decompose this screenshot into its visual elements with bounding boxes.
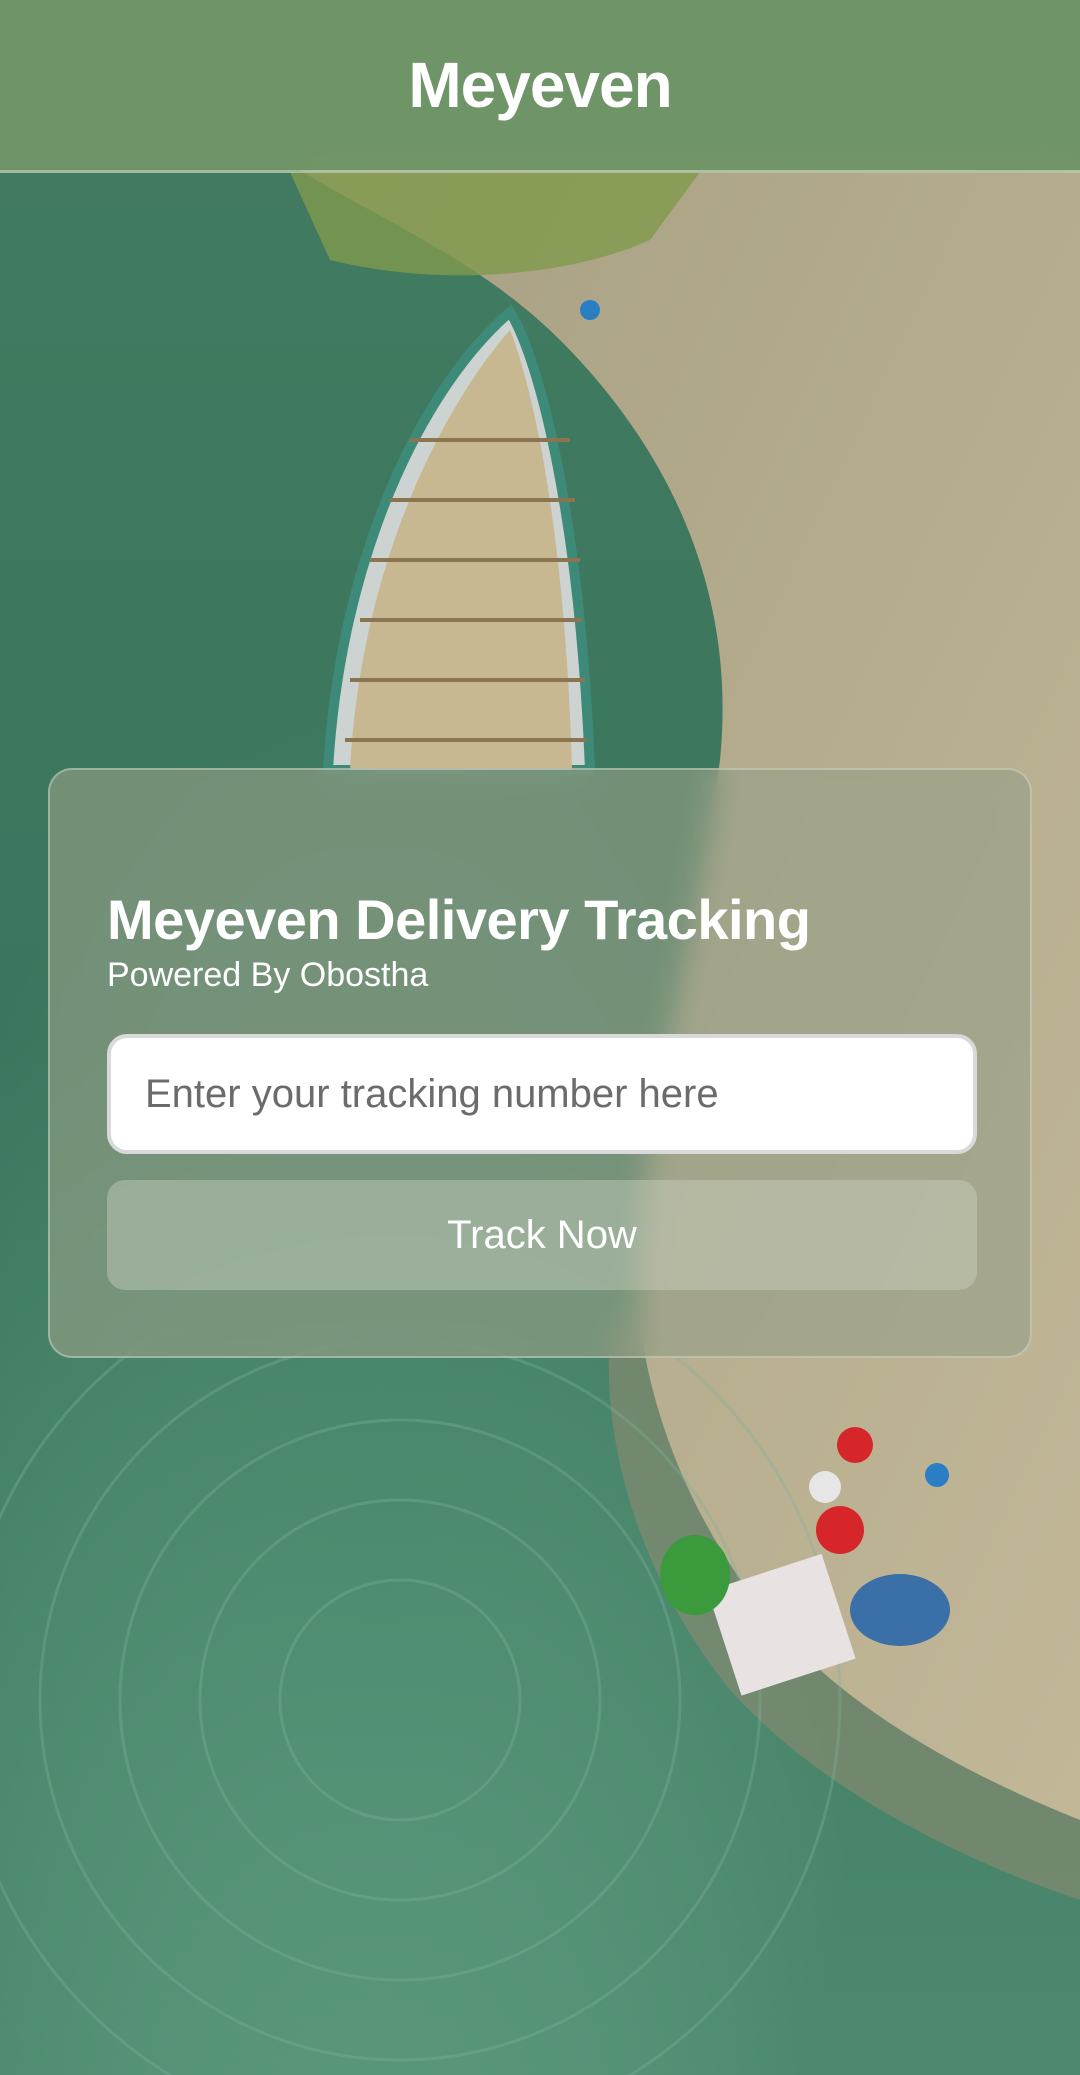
tracking-number-input[interactable] [107, 1034, 977, 1154]
tracking-card-subtitle: Powered By Obostha [107, 956, 429, 994]
app-header: Meyeven [0, 0, 1080, 173]
tracking-card-title: Meyeven Delivery Tracking [107, 888, 811, 951]
app-title: Meyeven [408, 49, 672, 121]
track-now-button[interactable]: Track Now [107, 1180, 977, 1290]
tracking-card: Meyeven Delivery Tracking Powered By Obo… [48, 768, 1032, 1358]
tracking-page: Meyeven Meyeven Delivery Tracking Powere… [0, 0, 1080, 2075]
